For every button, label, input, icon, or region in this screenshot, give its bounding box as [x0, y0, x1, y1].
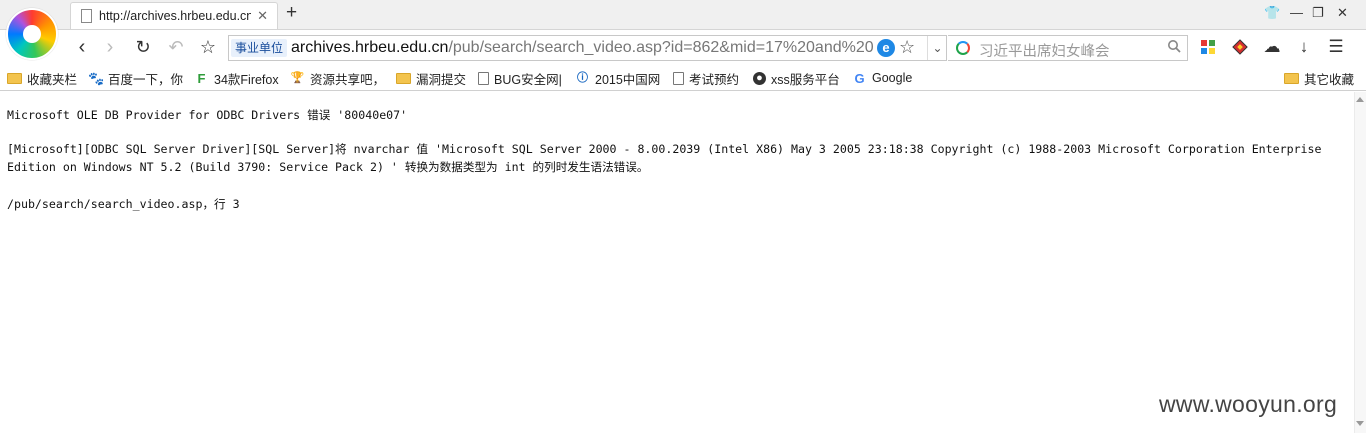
folder-icon [7, 72, 22, 84]
bookmark-vuln-submit[interactable]: 漏洞提交 [396, 69, 466, 87]
error-heading: Microsoft OLE DB Provider for ODBC Drive… [7, 108, 408, 122]
bookmark-label: 资源共享吧， [310, 72, 386, 87]
bookmark-label: 百度一下，你 [108, 72, 184, 87]
bookmark-label: 考试预约 [689, 72, 740, 87]
extension-diamond-icon[interactable] [1228, 35, 1252, 59]
vertical-scrollbar[interactable] [1354, 92, 1366, 433]
cert-badge[interactable]: 事业单位 [231, 39, 288, 57]
bookmark-label: 收藏夹栏 [27, 72, 78, 87]
cloud-icon[interactable]: ☁ [1260, 35, 1284, 59]
chevron-down-icon[interactable]: ⌄ [927, 36, 947, 60]
tab-close-icon[interactable]: ✕ [257, 8, 268, 24]
browser-logo-icon[interactable] [6, 8, 58, 60]
bookmark-label: Google [872, 71, 913, 85]
error-message-line2: Edition on Windows NT 5.2 (Build 3790: S… [7, 160, 649, 174]
firefox-f-icon: F [197, 70, 206, 86]
bookmark-label: 2015中国网 [595, 72, 661, 87]
search-placeholder: 习近平出席妇女峰会 [979, 44, 1110, 60]
document-icon [673, 71, 684, 85]
bookmark-label: 34款Firefox [214, 72, 279, 87]
bookmarks-bar: 收藏夹栏 🐾 百度一下，你 F 34款Firefox 🏆 资源共享吧， 漏洞提交 BU… [0, 64, 1366, 91]
bookmark-resources[interactable]: 🏆 资源共享吧， [290, 69, 385, 87]
google-g-icon: G [854, 70, 865, 86]
bookmark-exam[interactable]: 考试预约 [673, 69, 739, 87]
back-button[interactable]: ‹ [70, 35, 94, 59]
bookmark-baidu[interactable]: 🐾 百度一下，你 [88, 69, 183, 87]
minimize-button[interactable]: — [1290, 5, 1303, 20]
menu-icon[interactable]: ☰ [1324, 35, 1348, 59]
bookmark-china-net[interactable]: ⓘ 2015中国网 [575, 69, 660, 87]
nav-toolbar: ‹ › ↻ ↶ ☆ 事业单位 archives.hrbeu.edu.cn/pub… [0, 29, 1366, 64]
bookmark-firefox[interactable]: F 34款Firefox [194, 69, 279, 87]
close-window-button[interactable]: ✕ [1337, 5, 1348, 21]
bookmark-google[interactable]: G Google [852, 69, 912, 87]
undo-close-button[interactable]: ↶ [164, 35, 188, 59]
bookmark-label: BUG安全网| [494, 72, 562, 87]
apps-grid-icon[interactable] [1196, 35, 1220, 59]
baidu-paw-icon: 🐾 [88, 70, 105, 86]
bookmark-star-icon[interactable]: ☆ [899, 37, 915, 58]
page-icon [81, 9, 92, 23]
forward-button[interactable]: › [98, 35, 122, 59]
spy-icon: ● [753, 71, 766, 85]
url-path: /pub/search/search_video.asp?id=862&mid=… [448, 39, 873, 56]
folder-icon [1284, 72, 1299, 84]
search-icon[interactable] [1167, 39, 1181, 53]
bookmark-other[interactable]: 其它收藏 [1284, 69, 1354, 87]
favorite-star-icon[interactable]: ☆ [196, 35, 220, 59]
bookmark-xss[interactable]: ● xss服务平台 [753, 69, 840, 87]
new-tab-button[interactable]: + [286, 2, 297, 24]
document-icon [478, 71, 489, 85]
trophy-icon: 🏆 [290, 71, 305, 84]
info-icon: ⓘ [577, 71, 588, 84]
restore-button[interactable]: ❐ [1312, 5, 1324, 21]
watermark: www.wooyun.org [1159, 391, 1338, 417]
search-engine-icon[interactable] [956, 41, 970, 55]
error-location: /pub/search/search_video.asp，行 3 [7, 197, 240, 211]
search-input[interactable]: 习近平出席妇女峰会 [948, 35, 1188, 61]
bookmark-favorites-bar[interactable]: 收藏夹栏 [7, 69, 77, 87]
bookmark-bug-security[interactable]: BUG安全网| [478, 69, 562, 87]
error-message-line1: [Microsoft][ODBC SQL Server Driver][SQL … [7, 142, 1322, 156]
url-text[interactable]: archives.hrbeu.edu.cn/pub/search/search_… [291, 39, 873, 57]
url-host: archives.hrbeu.edu.cn [291, 39, 449, 56]
page-content: Microsoft OLE DB Provider for ODBC Drive… [0, 92, 1354, 433]
scroll-down-icon[interactable] [1356, 421, 1364, 426]
scroll-up-icon[interactable] [1356, 97, 1364, 102]
bookmark-label: xss服务平台 [771, 72, 840, 87]
bookmark-label: 漏洞提交 [416, 72, 467, 87]
reload-button[interactable]: ↻ [131, 35, 155, 59]
download-icon[interactable]: ↓ [1292, 35, 1316, 59]
bookmark-label: 其它收藏 [1304, 72, 1355, 87]
tab-title: http://archives.hrbeu.edu.cn/pub/search/… [99, 9, 251, 23]
tab-strip: http://archives.hrbeu.edu.cn/pub/search/… [0, 0, 1366, 60]
skin-icon[interactable]: 👕 [1264, 5, 1280, 21]
tab-active[interactable]: http://archives.hrbeu.edu.cn/pub/search/… [70, 2, 278, 29]
address-bar[interactable]: 事业单位 archives.hrbeu.edu.cn/pub/search/se… [228, 35, 947, 61]
ie-compat-icon[interactable]: e [877, 39, 895, 57]
folder-icon [396, 72, 411, 84]
